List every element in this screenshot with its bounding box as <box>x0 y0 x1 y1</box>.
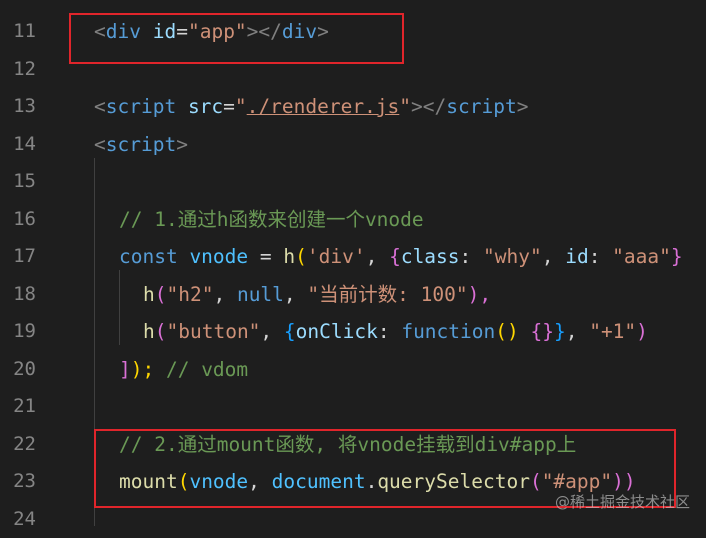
code-line: 19 h("button", {onClick: function() {}},… <box>0 313 706 351</box>
line-number: 13 <box>0 88 36 126</box>
code-text: h("h2", null, "当前计数: 100"), <box>143 276 491 314</box>
code-text: <script> <box>94 126 188 164</box>
code-line: 16 // 1.通过h函数来创建一个vnode <box>0 201 706 239</box>
line-number: 21 <box>0 388 36 426</box>
code-comment: // 1.通过h函数来创建一个vnode <box>119 201 424 239</box>
line-number: 20 <box>0 351 36 389</box>
highlight-box-app-div <box>69 13 404 64</box>
code-text: ]); // vdom <box>119 351 248 389</box>
line-number: 16 <box>0 201 36 239</box>
line-number: 19 <box>0 313 36 351</box>
code-editor[interactable]: 11 <div id="app"></div> 12 13 <script sr… <box>0 0 706 526</box>
code-line: 15 <box>0 163 706 201</box>
line-number: 23 <box>0 463 36 501</box>
line-number: 24 <box>0 501 36 538</box>
line-number: 14 <box>0 126 36 164</box>
line-number: 12 <box>0 51 36 89</box>
line-number: 17 <box>0 238 36 276</box>
watermark: @稀土掘金技术社区 <box>555 491 690 512</box>
code-line: 17 const vnode = h('div', {class: "why",… <box>0 238 706 276</box>
line-number: 11 <box>0 13 36 51</box>
code-line: 13 <script src="./renderer.js"></script> <box>0 88 706 126</box>
code-line: 18 h("h2", null, "当前计数: 100"), <box>0 276 706 314</box>
line-number: 22 <box>0 426 36 464</box>
code-line: 14 <script> <box>0 126 706 164</box>
code-text: h("button", {onClick: function() {}}, "+… <box>143 313 648 351</box>
renderer-link[interactable]: ./renderer.js <box>247 95 400 118</box>
line-number: 15 <box>0 163 36 201</box>
code-line: 20 ]); // vdom <box>0 351 706 389</box>
code-text: <script src="./renderer.js"></script> <box>94 88 528 126</box>
line-number: 18 <box>0 276 36 314</box>
code-text: const vnode = h('div', {class: "why", id… <box>119 238 683 276</box>
code-line: 21 <box>0 388 706 426</box>
